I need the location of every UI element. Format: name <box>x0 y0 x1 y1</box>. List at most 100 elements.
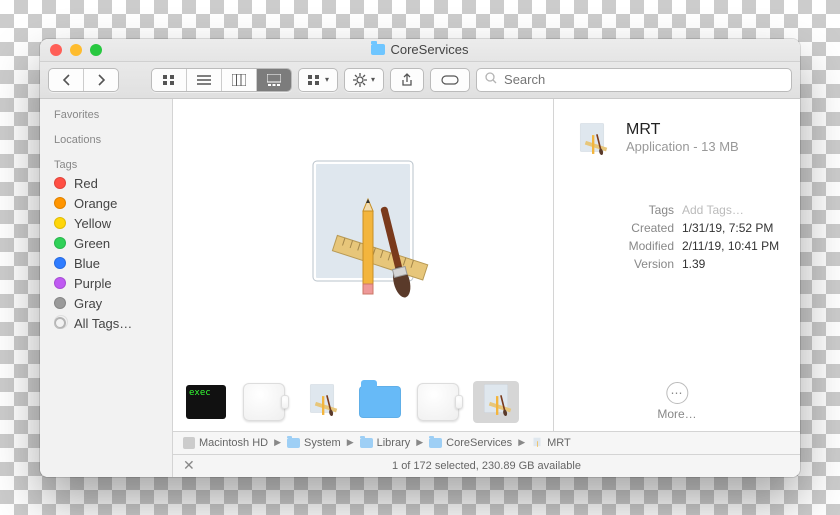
window-title: CoreServices <box>371 42 468 57</box>
app-icon <box>302 382 342 422</box>
gallery-preview <box>173 99 553 374</box>
app-icon <box>476 382 516 422</box>
view-icon-button[interactable] <box>152 69 187 91</box>
info-table: Tags Add Tags… Created 1/31/19, 7:52 PM … <box>572 201 782 273</box>
status-bar: ✕ 1 of 172 selected, 230.89 GB available <box>173 454 800 477</box>
back-button[interactable] <box>49 69 84 91</box>
folder-icon <box>371 44 385 55</box>
hide-pathbar-button[interactable]: ✕ <box>183 457 195 474</box>
view-mode-buttons <box>151 68 292 92</box>
group-by-button[interactable]: ▾ <box>299 69 337 91</box>
ellipsis-icon: ⋯ <box>666 382 688 404</box>
folder-icon <box>429 438 442 448</box>
path-crumb[interactable]: Macintosh HD <box>183 437 268 449</box>
tags-button[interactable] <box>430 68 470 92</box>
tag-dot-icon <box>54 217 66 229</box>
app-icon <box>531 437 543 449</box>
sidebar-tag-orange[interactable]: Orange <box>40 194 172 214</box>
more-button[interactable]: ⋯ More… <box>657 382 696 421</box>
chevron-right-icon: ▶ <box>272 437 283 448</box>
all-tags-icon <box>54 317 66 329</box>
sidebar-item-label: Blue <box>74 256 100 271</box>
plugin-icon <box>243 383 285 421</box>
app-icon <box>572 121 612 161</box>
action-menu[interactable]: ▾ <box>344 68 384 92</box>
sidebar-tag-green[interactable]: Green <box>40 234 172 254</box>
main-area: exec <box>173 99 800 477</box>
sidebar-tag-red[interactable]: Red <box>40 174 172 194</box>
sidebar: Favorites Locations Tags Red Orange Yell… <box>40 99 173 477</box>
info-label-modified: Modified <box>614 237 674 255</box>
sidebar-tag-purple[interactable]: Purple <box>40 274 172 294</box>
chevron-right-icon: ▶ <box>414 437 425 448</box>
group-menu[interactable]: ▾ <box>298 68 338 92</box>
sidebar-section-locations: Locations <box>40 134 172 149</box>
info-label-version: Version <box>614 255 674 273</box>
sidebar-tag-gray[interactable]: Gray <box>40 294 172 314</box>
share-button[interactable] <box>390 68 424 92</box>
tag-dot-icon <box>54 297 66 309</box>
chevron-down-icon: ▾ <box>325 75 329 84</box>
info-label-created: Created <box>614 219 674 237</box>
close-window-button[interactable] <box>50 44 62 56</box>
sidebar-item-label: Yellow <box>74 216 111 231</box>
status-text: 1 of 172 selected, 230.89 GB available <box>392 460 581 472</box>
path-crumb[interactable]: CoreServices <box>429 437 512 449</box>
sidebar-section-favorites: Favorites <box>40 109 172 124</box>
tag-dot-icon <box>54 177 66 189</box>
thumbnail-item[interactable] <box>415 381 461 423</box>
sidebar-item-label: Purple <box>74 276 112 291</box>
disk-icon <box>183 437 195 449</box>
thumbnail-item[interactable] <box>357 381 403 423</box>
window-body: Favorites Locations Tags Red Orange Yell… <box>40 99 800 477</box>
nav-buttons <box>48 68 119 92</box>
path-crumb[interactable]: System <box>287 437 341 449</box>
action-button[interactable]: ▾ <box>345 69 383 91</box>
window-title-text: CoreServices <box>390 42 468 57</box>
path-crumb[interactable]: MRT <box>531 437 571 449</box>
plugin-icon <box>417 383 459 421</box>
thumbnail-item-selected[interactable] <box>473 381 519 423</box>
sidebar-tag-blue[interactable]: Blue <box>40 254 172 274</box>
gallery-view: exec <box>173 99 554 431</box>
view-gallery-button[interactable] <box>257 69 291 91</box>
info-value-modified: 2/11/19, 10:41 PM <box>682 237 782 255</box>
file-name: MRT <box>626 121 739 139</box>
app-icon <box>283 151 443 321</box>
view-list-button[interactable] <box>187 69 222 91</box>
thumbnail-strip: exec <box>173 374 553 431</box>
search-icon <box>485 72 497 87</box>
thumbnail-item[interactable]: exec <box>183 381 229 423</box>
add-tags-field[interactable]: Add Tags… <box>682 201 782 219</box>
search-field[interactable] <box>476 68 792 92</box>
chevron-right-icon: ▶ <box>516 437 527 448</box>
chevron-right-icon: ▶ <box>345 437 356 448</box>
sidebar-all-tags[interactable]: All Tags… <box>40 314 172 334</box>
sidebar-item-label: Gray <box>74 296 102 311</box>
thumbnail-item[interactable] <box>299 381 345 423</box>
search-input[interactable] <box>502 71 783 88</box>
zoom-window-button[interactable] <box>90 44 102 56</box>
more-label: More… <box>657 407 696 421</box>
forward-button[interactable] <box>84 69 118 91</box>
sidebar-item-label: All Tags… <box>74 316 132 331</box>
chevron-down-icon: ▾ <box>371 75 375 84</box>
exec-icon: exec <box>186 385 226 419</box>
view-columns-button[interactable] <box>222 69 257 91</box>
info-label-tags: Tags <box>614 201 674 219</box>
info-value-version: 1.39 <box>682 255 782 273</box>
titlebar: CoreServices <box>40 39 800 62</box>
thumbnail-item[interactable] <box>241 381 287 423</box>
toolbar: ▾ ▾ <box>40 62 800 99</box>
sidebar-section-tags: Tags <box>40 159 172 174</box>
folder-icon <box>360 438 373 448</box>
folder-icon <box>287 438 300 448</box>
tag-dot-icon <box>54 197 66 209</box>
tag-dot-icon <box>54 237 66 249</box>
traffic-lights <box>50 44 102 56</box>
sidebar-tag-yellow[interactable]: Yellow <box>40 214 172 234</box>
minimize-window-button[interactable] <box>70 44 82 56</box>
path-crumb[interactable]: Library <box>360 437 411 449</box>
sidebar-item-label: Red <box>74 176 98 191</box>
sidebar-item-label: Green <box>74 236 110 251</box>
